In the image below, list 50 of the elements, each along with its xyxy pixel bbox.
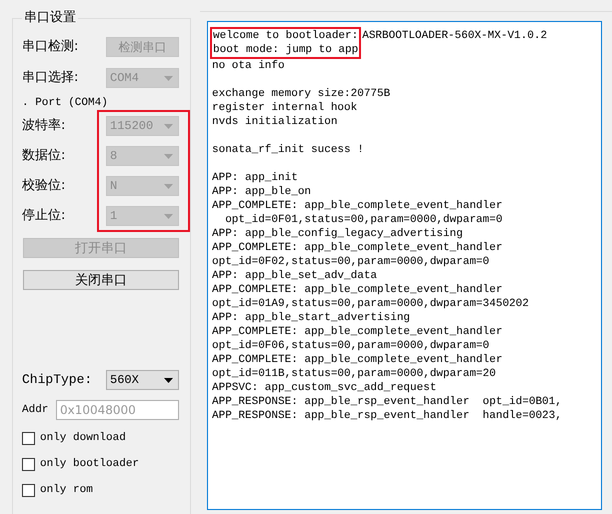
field-label: 停止位: <box>22 207 66 226</box>
dropdown[interactable]: 560X <box>106 370 179 390</box>
field-label: 数据位: <box>22 147 66 166</box>
log-line: APPSVC: app_custom_svc_add_request <box>212 381 438 395</box>
log-line: exchange memory size:20775B <box>212 87 392 101</box>
log-line: register internal hook <box>212 101 358 115</box>
dropdown-caret-icon <box>164 378 173 382</box>
log-line: opt_id=011B,status=00,param=0000,dwparam=20 <box>212 367 497 381</box>
log-line: opt_id=0F02,status=00,param=0000,dwparam=0 <box>212 255 490 269</box>
log-line: opt_id=0F06,status=00,param=0000,dwparam=0 <box>212 339 490 353</box>
checkbox-label: only rom <box>40 482 93 498</box>
port-info: . Port (COM4) <box>22 96 108 111</box>
log-line: APP: app_ble_on <box>212 185 312 199</box>
log-line: opt_id=01A9,status=00,param=0000,dwparam=3450202 <box>212 297 530 311</box>
log-line: APP_COMPLETE: app_ble_complete_event_handler <box>212 325 504 339</box>
dropdown-caret-icon <box>164 184 173 188</box>
log-line: APP_RESPONSE: app_ble_rsp_event_handler opt_id=0B01, <box>212 395 563 409</box>
log-line: opt_id=0F01,status=00,param=0000,dwparam=0 <box>224 213 504 227</box>
field-label: 校验位: <box>22 177 66 196</box>
log-line: APP_COMPLETE: app_ble_complete_event_handler <box>212 353 504 367</box>
checkbox[interactable] <box>22 432 35 444</box>
log-line: boot mode: jump to app <box>213 43 358 57</box>
log-line: APP_COMPLETE: app_ble_complete_event_handler <box>212 283 504 297</box>
field-label: 串口检测: <box>22 38 80 56</box>
checkbox-label: only download <box>40 430 126 446</box>
dropdown-caret-icon <box>164 214 173 218</box>
field-label: 串口选择: <box>22 69 80 88</box>
address-field[interactable]: 0x10048000 <box>56 400 179 420</box>
dropdown-caret-icon <box>164 124 173 128</box>
checkbox[interactable] <box>22 484 35 496</box>
checkbox-label: only bootloader <box>40 456 140 472</box>
log-line: APP_COMPLETE: app_ble_complete_event_handler <box>212 199 504 213</box>
log-line: APP_RESPONSE: app_ble_rsp_event_handler handle=0023, <box>212 409 563 423</box>
field-label: Addr <box>22 402 50 418</box>
field-label: 波特率: <box>22 117 66 136</box>
checkbox[interactable] <box>22 458 35 470</box>
log-line: APP_COMPLETE: app_ble_complete_event_handler <box>212 241 504 255</box>
log-line: no ota info <box>212 59 286 73</box>
log-line: nvds initialization <box>212 115 338 129</box>
log-line: sonata_rf_init sucess ! <box>212 143 365 157</box>
dropdown-caret-icon <box>164 76 173 80</box>
port-button[interactable]: 关闭串口 <box>23 270 179 290</box>
log-line: ASRBOOTLOADER-560X-MX-V1.0.2 <box>362 29 548 43</box>
log-line: APP: app_ble_set_adv_data <box>212 269 378 283</box>
dropdown-caret-icon <box>164 154 173 158</box>
log-line: APP: app_init <box>212 171 299 185</box>
log-line: APP: app_ble_start_advertising <box>212 311 412 325</box>
field-label: ChipType: <box>22 371 94 390</box>
log-line: welcome to bootloader: <box>213 29 358 43</box>
log-line: APP: app_ble_config_legacy_advertising <box>212 227 464 241</box>
